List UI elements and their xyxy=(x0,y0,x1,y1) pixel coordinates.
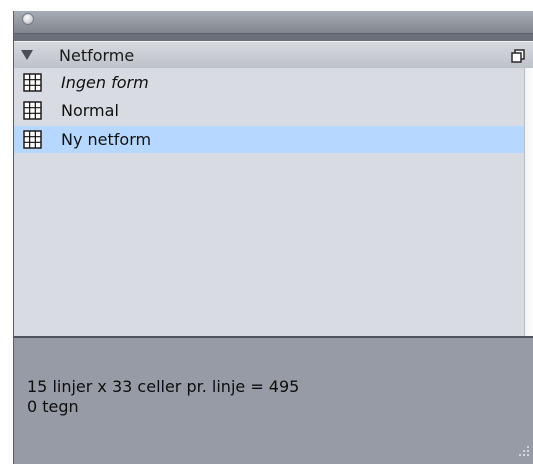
vertical-scrollbar[interactable] xyxy=(524,68,533,336)
list-item-label: Ny netform xyxy=(61,130,152,149)
section-title: Netforme xyxy=(59,46,135,65)
grid-table-icon xyxy=(23,130,42,149)
close-button[interactable] xyxy=(22,13,34,25)
grid-size-text: 15 linjer x 33 celler pr. linje = 495 xyxy=(27,377,300,396)
panel-titlebar[interactable] xyxy=(14,11,533,34)
list-item[interactable]: Ny netform xyxy=(14,126,524,153)
netforme-panel: Netforme Ingen form Normal Ny netform 15… xyxy=(13,11,533,464)
resize-grip-icon[interactable] xyxy=(516,443,530,457)
grid-table-icon xyxy=(23,101,42,120)
list-item-label: Normal xyxy=(61,101,119,120)
grid-table-icon xyxy=(23,73,42,92)
disclosure-triangle-icon[interactable] xyxy=(21,50,33,60)
section-header[interactable]: Netforme xyxy=(14,41,533,69)
copy-window-icon[interactable] xyxy=(511,49,525,63)
list-item-label: Ingen form xyxy=(61,73,149,92)
netforme-list: Ingen form Normal Ny netform xyxy=(14,68,524,336)
list-item[interactable]: Ingen form xyxy=(14,69,524,96)
list-item[interactable]: Normal xyxy=(14,97,524,124)
info-pane: 15 linjer x 33 celler pr. linje = 495 0 … xyxy=(14,338,533,464)
character-count-text: 0 tegn xyxy=(27,397,79,416)
